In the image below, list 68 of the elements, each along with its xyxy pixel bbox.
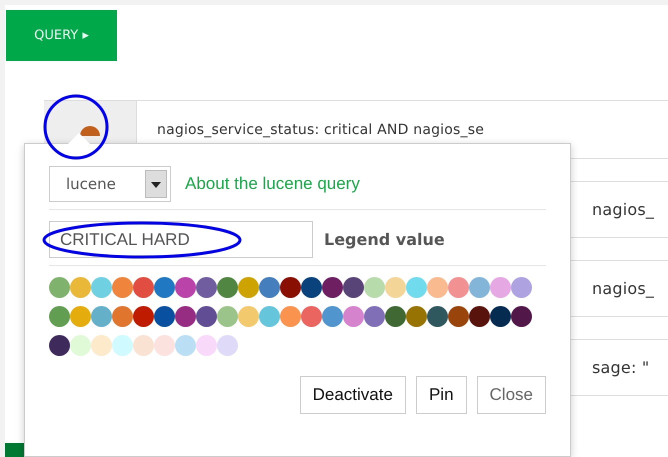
color-swatch[interactable] (238, 277, 259, 298)
color-swatch[interactable] (301, 306, 322, 327)
query-text: nagios_service_status: critical AND nagios_se (156, 122, 484, 138)
color-swatch[interactable] (343, 277, 364, 298)
query-text: nagios_ (592, 200, 654, 219)
color-swatch[interactable] (385, 306, 406, 327)
dropdown-caret-icon (145, 170, 167, 198)
color-swatch[interactable] (427, 277, 448, 298)
query-text: sage: " (592, 358, 650, 377)
query-text: nagios_ (592, 279, 654, 298)
color-swatch[interactable] (154, 277, 175, 298)
pin-button[interactable]: Pin (416, 376, 467, 414)
deactivate-button[interactable]: Deactivate (300, 376, 406, 414)
color-swatch[interactable] (469, 306, 490, 327)
color-swatch[interactable] (301, 277, 322, 298)
color-swatch[interactable] (490, 277, 511, 298)
annotation-circle (43, 94, 109, 160)
color-swatch[interactable] (175, 335, 196, 356)
color-swatch[interactable] (175, 277, 196, 298)
legend-label: Legend value (324, 230, 445, 249)
color-swatch[interactable] (112, 277, 133, 298)
color-swatch[interactable] (112, 335, 133, 356)
color-swatch[interactable] (406, 306, 427, 327)
close-button[interactable]: Close (476, 376, 546, 414)
color-swatch[interactable] (217, 277, 238, 298)
color-swatch[interactable] (91, 277, 112, 298)
color-swatch[interactable] (238, 306, 259, 327)
color-swatch[interactable] (196, 306, 217, 327)
color-swatch[interactable] (133, 306, 154, 327)
color-swatch[interactable] (70, 306, 91, 327)
color-swatch[interactable] (469, 277, 490, 298)
color-swatch[interactable] (133, 277, 154, 298)
color-swatch[interactable] (49, 306, 70, 327)
color-swatch[interactable] (217, 306, 238, 327)
color-swatch[interactable] (217, 335, 238, 356)
color-swatch[interactable] (280, 306, 301, 327)
color-swatch[interactable] (154, 306, 175, 327)
color-swatch[interactable] (511, 277, 532, 298)
color-swatch[interactable] (448, 306, 469, 327)
color-swatch[interactable] (259, 306, 280, 327)
color-swatch[interactable] (91, 306, 112, 327)
color-swatch[interactable] (427, 306, 448, 327)
color-swatch[interactable] (511, 306, 532, 327)
color-swatch[interactable] (112, 306, 133, 327)
color-swatch[interactable] (91, 335, 112, 356)
color-swatch[interactable] (133, 335, 154, 356)
chart-mark-icon (80, 126, 100, 136)
color-swatch[interactable] (364, 277, 385, 298)
color-swatch[interactable] (196, 277, 217, 298)
color-swatch[interactable] (49, 277, 70, 298)
color-swatch[interactable] (385, 277, 406, 298)
footer-bar (5, 443, 24, 457)
color-swatch[interactable] (49, 335, 70, 356)
color-swatch[interactable] (364, 306, 385, 327)
query-type-select[interactable]: lucene (49, 166, 171, 202)
color-swatch[interactable] (322, 277, 343, 298)
color-swatch[interactable] (490, 306, 511, 327)
color-swatch[interactable] (406, 277, 427, 298)
color-swatch[interactable] (154, 335, 175, 356)
color-swatch[interactable] (259, 277, 280, 298)
color-swatch[interactable] (280, 277, 301, 298)
color-swatch[interactable] (70, 335, 91, 356)
color-swatch[interactable] (322, 306, 343, 327)
color-swatch[interactable] (70, 277, 91, 298)
color-swatch[interactable] (175, 306, 196, 327)
color-swatch[interactable] (343, 306, 364, 327)
color-swatch[interactable] (448, 277, 469, 298)
color-swatch[interactable] (196, 335, 217, 356)
